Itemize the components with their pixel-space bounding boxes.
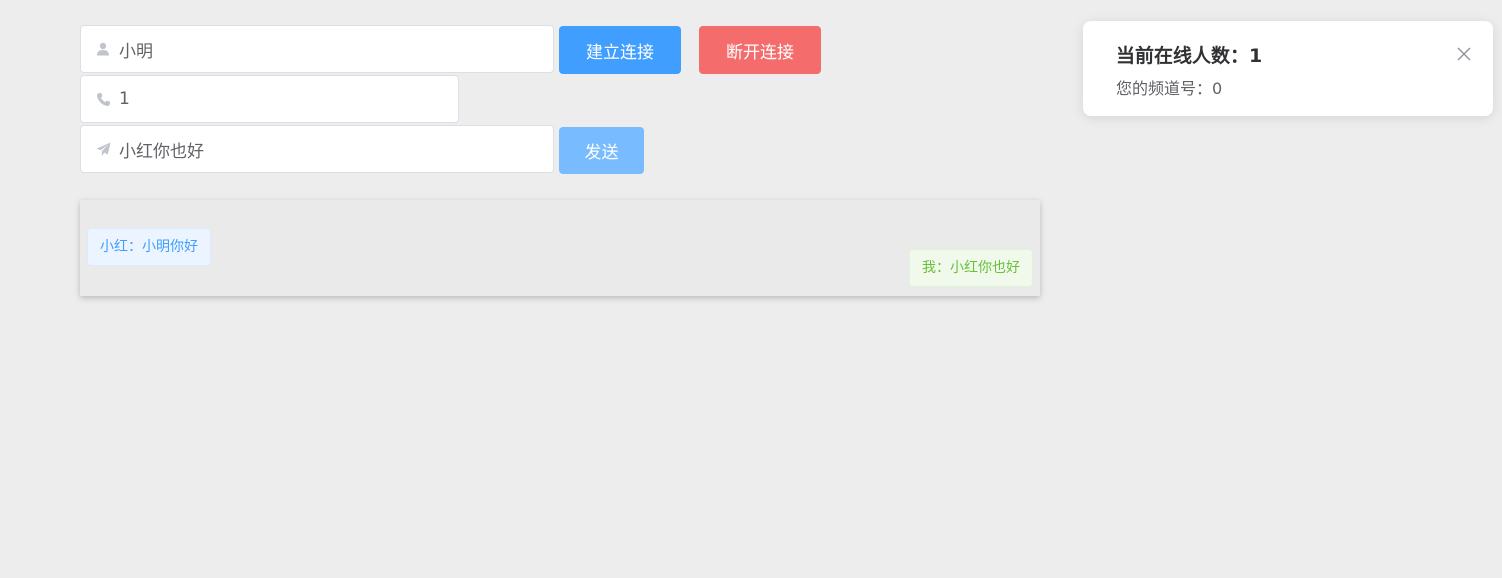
received-message: 小红：小明你好 [87, 228, 211, 266]
disconnect-button[interactable]: 断开连接 [699, 26, 821, 74]
sent-message: 我：小红你也好 [909, 249, 1033, 287]
close-icon[interactable] [1457, 46, 1471, 61]
message-input-wrapper [80, 125, 554, 173]
notification-text: 您的频道号：0 [1116, 79, 1223, 98]
user-icon [95, 41, 111, 57]
phone-icon [95, 91, 111, 107]
channel-input[interactable] [119, 76, 439, 122]
notification-title: 当前在线人数：1 [1116, 45, 1263, 67]
online-notification: 当前在线人数：1 您的频道号：0 [1083, 21, 1493, 116]
chat-page: 建立连接 断开连接 发送 小红：小明你好 我：小红你也好 当前在线人数：1 您的… [0, 0, 1502, 578]
connect-button[interactable]: 建立连接 [559, 26, 681, 74]
chat-messages-panel: 小红：小明你好 我：小红你也好 [80, 200, 1040, 296]
channel-input-wrapper [80, 75, 459, 123]
send-icon [95, 141, 111, 157]
name-input-wrapper [80, 25, 554, 73]
send-button[interactable]: 发送 [559, 127, 644, 174]
message-input[interactable] [119, 126, 539, 172]
name-input[interactable] [119, 26, 539, 72]
